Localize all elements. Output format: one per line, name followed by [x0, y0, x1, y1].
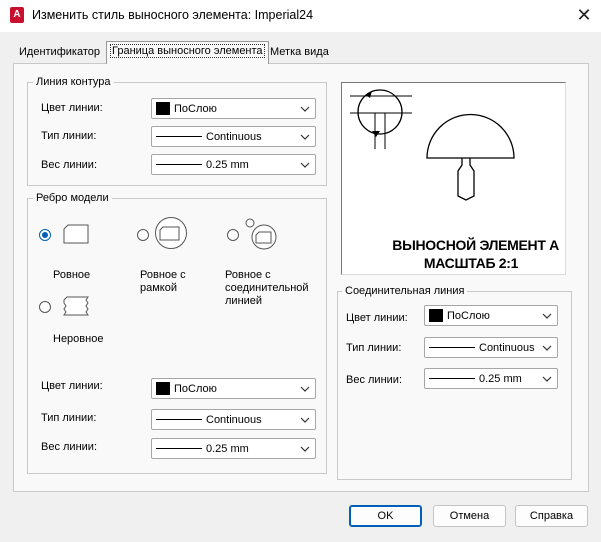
color-swatch: [156, 102, 170, 115]
chevron-down-icon: [299, 414, 311, 426]
lineweight-sample: [156, 448, 202, 449]
combo-value: 0.25 mm: [206, 442, 249, 455]
contour-color-select[interactable]: ПоСлою: [151, 98, 316, 119]
tab-detail-boundary[interactable]: Граница выносного элемента: [106, 41, 269, 64]
chevron-down-icon: [541, 342, 553, 354]
preview-caption-line2: МАСШТАБ 2:1: [423, 255, 519, 271]
tab-label: Граница выносного элемента: [110, 44, 265, 58]
combo-value: Continuous: [206, 413, 262, 426]
edge-lineweight-label: Вес линии:: [41, 441, 97, 453]
connection-lineweight-label: Вес линии:: [346, 374, 402, 386]
tab-label: Идентификатор: [19, 46, 100, 58]
group-title: Линия контура: [33, 76, 114, 88]
window-title: Изменить стиль выносного элемента: Imper…: [32, 8, 314, 22]
combo-value: ПоСлою: [174, 382, 217, 395]
edge-lineweight-select[interactable]: 0.25 mm: [151, 438, 316, 459]
chevron-down-icon: [299, 103, 311, 115]
tab-identifier[interactable]: Идентификатор: [15, 43, 104, 63]
edge-jagged-label: Неровное: [53, 333, 104, 345]
chevron-down-icon: [541, 373, 553, 385]
help-button[interactable]: Справка: [515, 505, 588, 527]
edge-jagged-radio[interactable]: [39, 301, 51, 313]
combo-value: Continuous: [206, 130, 262, 143]
chevron-down-icon: [299, 131, 311, 143]
contour-lineweight-select[interactable]: 0.25 mm: [151, 154, 316, 175]
connection-linetype-label: Тип линии:: [346, 342, 402, 354]
edge-smooth-border-label: Ровное с рамкой: [140, 269, 186, 294]
edge-color-label: Цвет линии:: [41, 380, 103, 392]
chevron-down-icon: [299, 159, 311, 171]
connection-linetype-select[interactable]: Continuous: [424, 337, 558, 358]
linetype-sample: [156, 419, 202, 420]
linetype-sample: [429, 347, 475, 348]
preview-pane: ВЫНОСНОЙ ЭЛЕМЕНТ А МАСШТАБ 2:1: [341, 82, 566, 275]
linetype-sample: [156, 136, 202, 137]
ok-button[interactable]: OK: [349, 505, 422, 527]
group-title: Ребро модели: [33, 192, 112, 204]
lineweight-sample: [429, 378, 475, 379]
tab-view-label[interactable]: Метка вида: [266, 43, 333, 63]
combo-value: 0.25 mm: [479, 372, 522, 385]
edge-linetype-select[interactable]: Continuous: [151, 409, 316, 430]
group-title: Соединительная линия: [342, 285, 468, 297]
connection-color-select[interactable]: ПоСлою: [424, 305, 558, 326]
tab-label: Метка вида: [270, 46, 329, 58]
contour-linetype-select[interactable]: Continuous: [151, 126, 316, 147]
contour-linetype-label: Тип линии:: [41, 130, 97, 142]
cancel-button[interactable]: Отмена: [433, 505, 506, 527]
edge-smooth-radio[interactable]: [39, 229, 51, 241]
contour-lineweight-label: Вес линии:: [41, 159, 97, 171]
color-swatch: [429, 309, 443, 322]
close-icon[interactable]: ✕: [572, 4, 596, 28]
jagged-edge-icon: [58, 292, 90, 318]
chevron-down-icon: [541, 310, 553, 322]
combo-value: Continuous: [479, 341, 535, 354]
smooth-connection-edge-icon: [244, 217, 280, 251]
smooth-edge-icon: [58, 221, 90, 247]
color-swatch: [156, 382, 170, 395]
edge-color-select[interactable]: ПоСлою: [151, 378, 316, 399]
combo-value: 0.25 mm: [206, 158, 249, 171]
preview-caption-line1: ВЫНОСНОЙ ЭЛЕМЕНТ А: [392, 237, 559, 253]
contour-color-label: Цвет линии:: [41, 102, 103, 114]
edge-smooth-connection-radio[interactable]: [227, 229, 239, 241]
edge-smooth-connection-label: Ровное с соединительной линией: [225, 269, 309, 307]
edge-smooth-border-radio[interactable]: [137, 229, 149, 241]
lineweight-sample: [156, 164, 202, 165]
smooth-border-edge-icon: [154, 216, 188, 250]
edge-smooth-label: Ровное: [53, 269, 91, 281]
combo-value: ПоСлою: [174, 102, 217, 115]
chevron-down-icon: [299, 443, 311, 455]
combo-value: ПоСлою: [447, 309, 490, 322]
chevron-down-icon: [299, 383, 311, 395]
edge-linetype-label: Тип линии:: [41, 412, 97, 424]
connection-lineweight-select[interactable]: 0.25 mm: [424, 368, 558, 389]
autocad-app-icon: A: [10, 7, 24, 23]
connection-color-label: Цвет линии:: [346, 312, 408, 324]
